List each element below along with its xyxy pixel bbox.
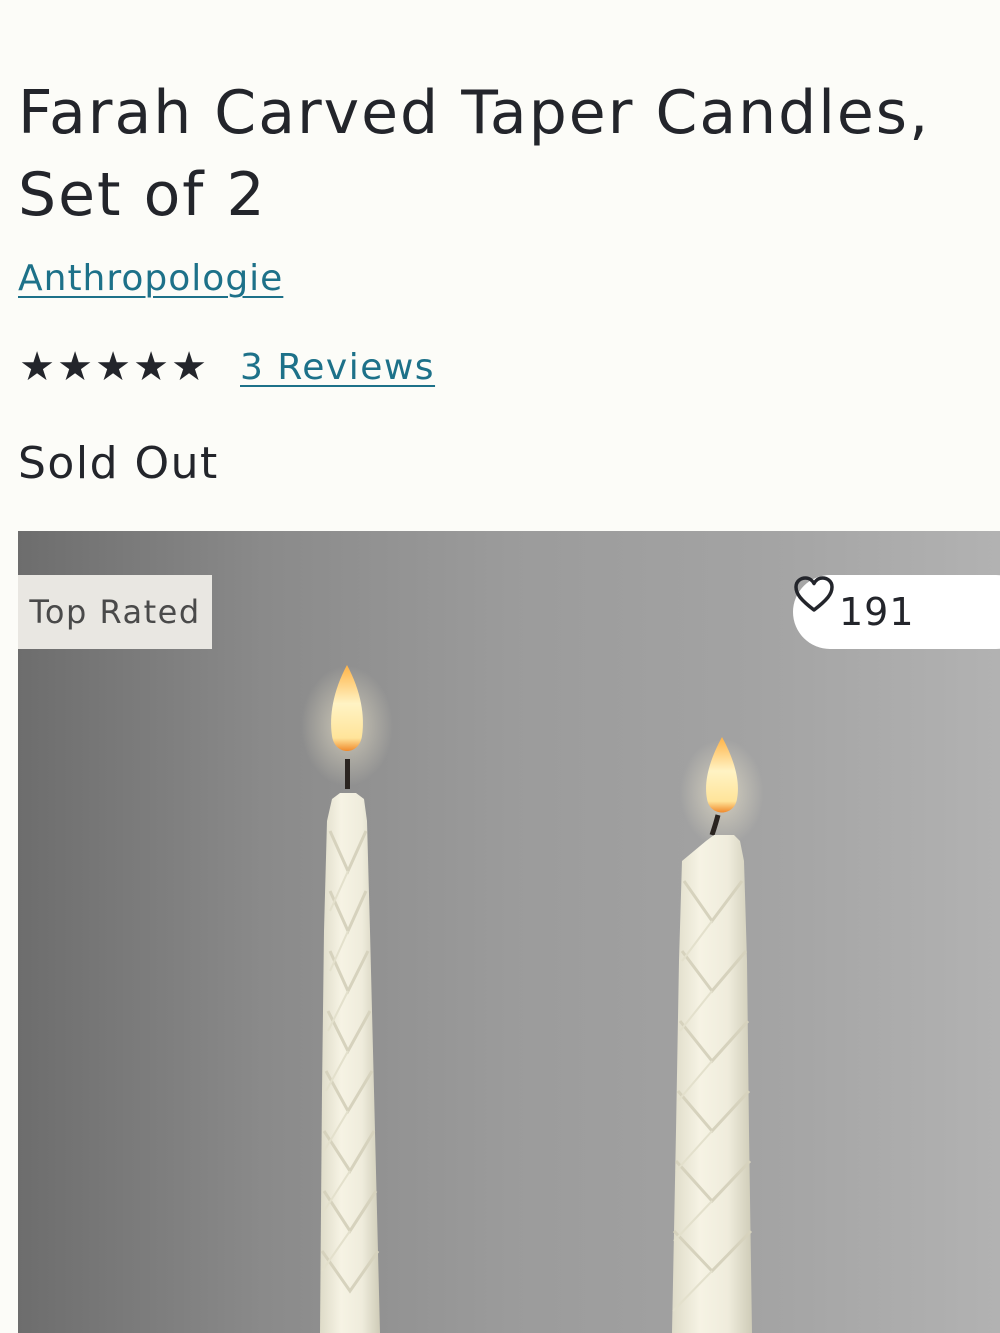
candles-photo [301,665,764,1333]
star-icon: ★ [133,344,169,390]
star-rating: ★ ★ ★ ★ ★ [18,347,208,387]
top-rated-badge: Top Rated [18,575,212,649]
favorite-button[interactable]: 191 [793,575,1000,649]
star-icon: ★ [95,344,131,390]
brand-link[interactable]: Anthropologie [18,258,283,299]
star-icon: ★ [57,344,93,390]
star-icon: ★ [19,344,55,390]
availability-status: Sold Out [18,438,219,489]
heart-outline-icon [794,576,973,631]
product-image[interactable]: Top Rated 191 [18,531,1000,1333]
reviews-link[interactable]: 3 Reviews [240,347,435,388]
star-icon: ★ [171,344,207,390]
product-title: Farah Carved Taper Candles, Set of 2 [18,78,931,230]
favorite-count: 191 [839,590,915,634]
rating-row: ★ ★ ★ ★ ★ 3 Reviews [18,342,435,392]
